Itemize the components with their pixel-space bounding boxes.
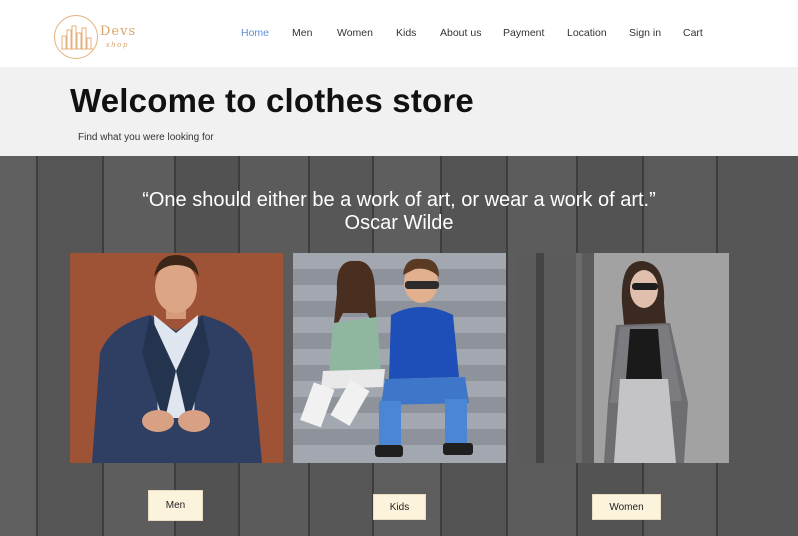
quote-block: “One should either be a work of art, or … xyxy=(0,189,798,235)
brand-name: Devs xyxy=(100,24,137,39)
kids-category-button[interactable]: Kids xyxy=(373,494,426,520)
brand-logo[interactable]: Devs shop xyxy=(54,15,144,61)
men-category-image[interactable] xyxy=(70,253,283,463)
women-category-image[interactable] xyxy=(516,253,729,463)
nav-cart[interactable]: Cart xyxy=(683,27,703,39)
quote-author: Oscar Wilde xyxy=(344,212,454,234)
nav-payment[interactable]: Payment xyxy=(503,27,544,39)
quote-text: “One should either be a work of art, or … xyxy=(142,189,656,211)
featured-section: “One should either be a work of art, or … xyxy=(0,156,798,536)
kids-category-image[interactable] xyxy=(293,253,506,463)
page-title: Welcome to clothes store xyxy=(70,82,474,119)
brand-tagline: shop xyxy=(106,41,129,49)
nav-location[interactable]: Location xyxy=(567,27,607,39)
nav-about-us[interactable]: About us xyxy=(440,27,481,39)
page-subtitle: Find what you were looking for xyxy=(78,132,214,143)
women-category-button[interactable]: Women xyxy=(592,494,661,520)
nav-men[interactable]: Men xyxy=(292,27,312,39)
nav-home[interactable]: Home xyxy=(241,27,269,39)
city-skyline-icon xyxy=(54,15,98,59)
navbar: Devs shop Home Men Women Kids About us P… xyxy=(0,0,798,67)
hero-banner: Welcome to clothes store Find what you w… xyxy=(0,67,798,156)
men-category-button[interactable]: Men xyxy=(148,490,203,521)
nav-women[interactable]: Women xyxy=(337,27,373,39)
nav-sign-in[interactable]: Sign in xyxy=(629,27,661,39)
nav-kids[interactable]: Kids xyxy=(396,27,416,39)
